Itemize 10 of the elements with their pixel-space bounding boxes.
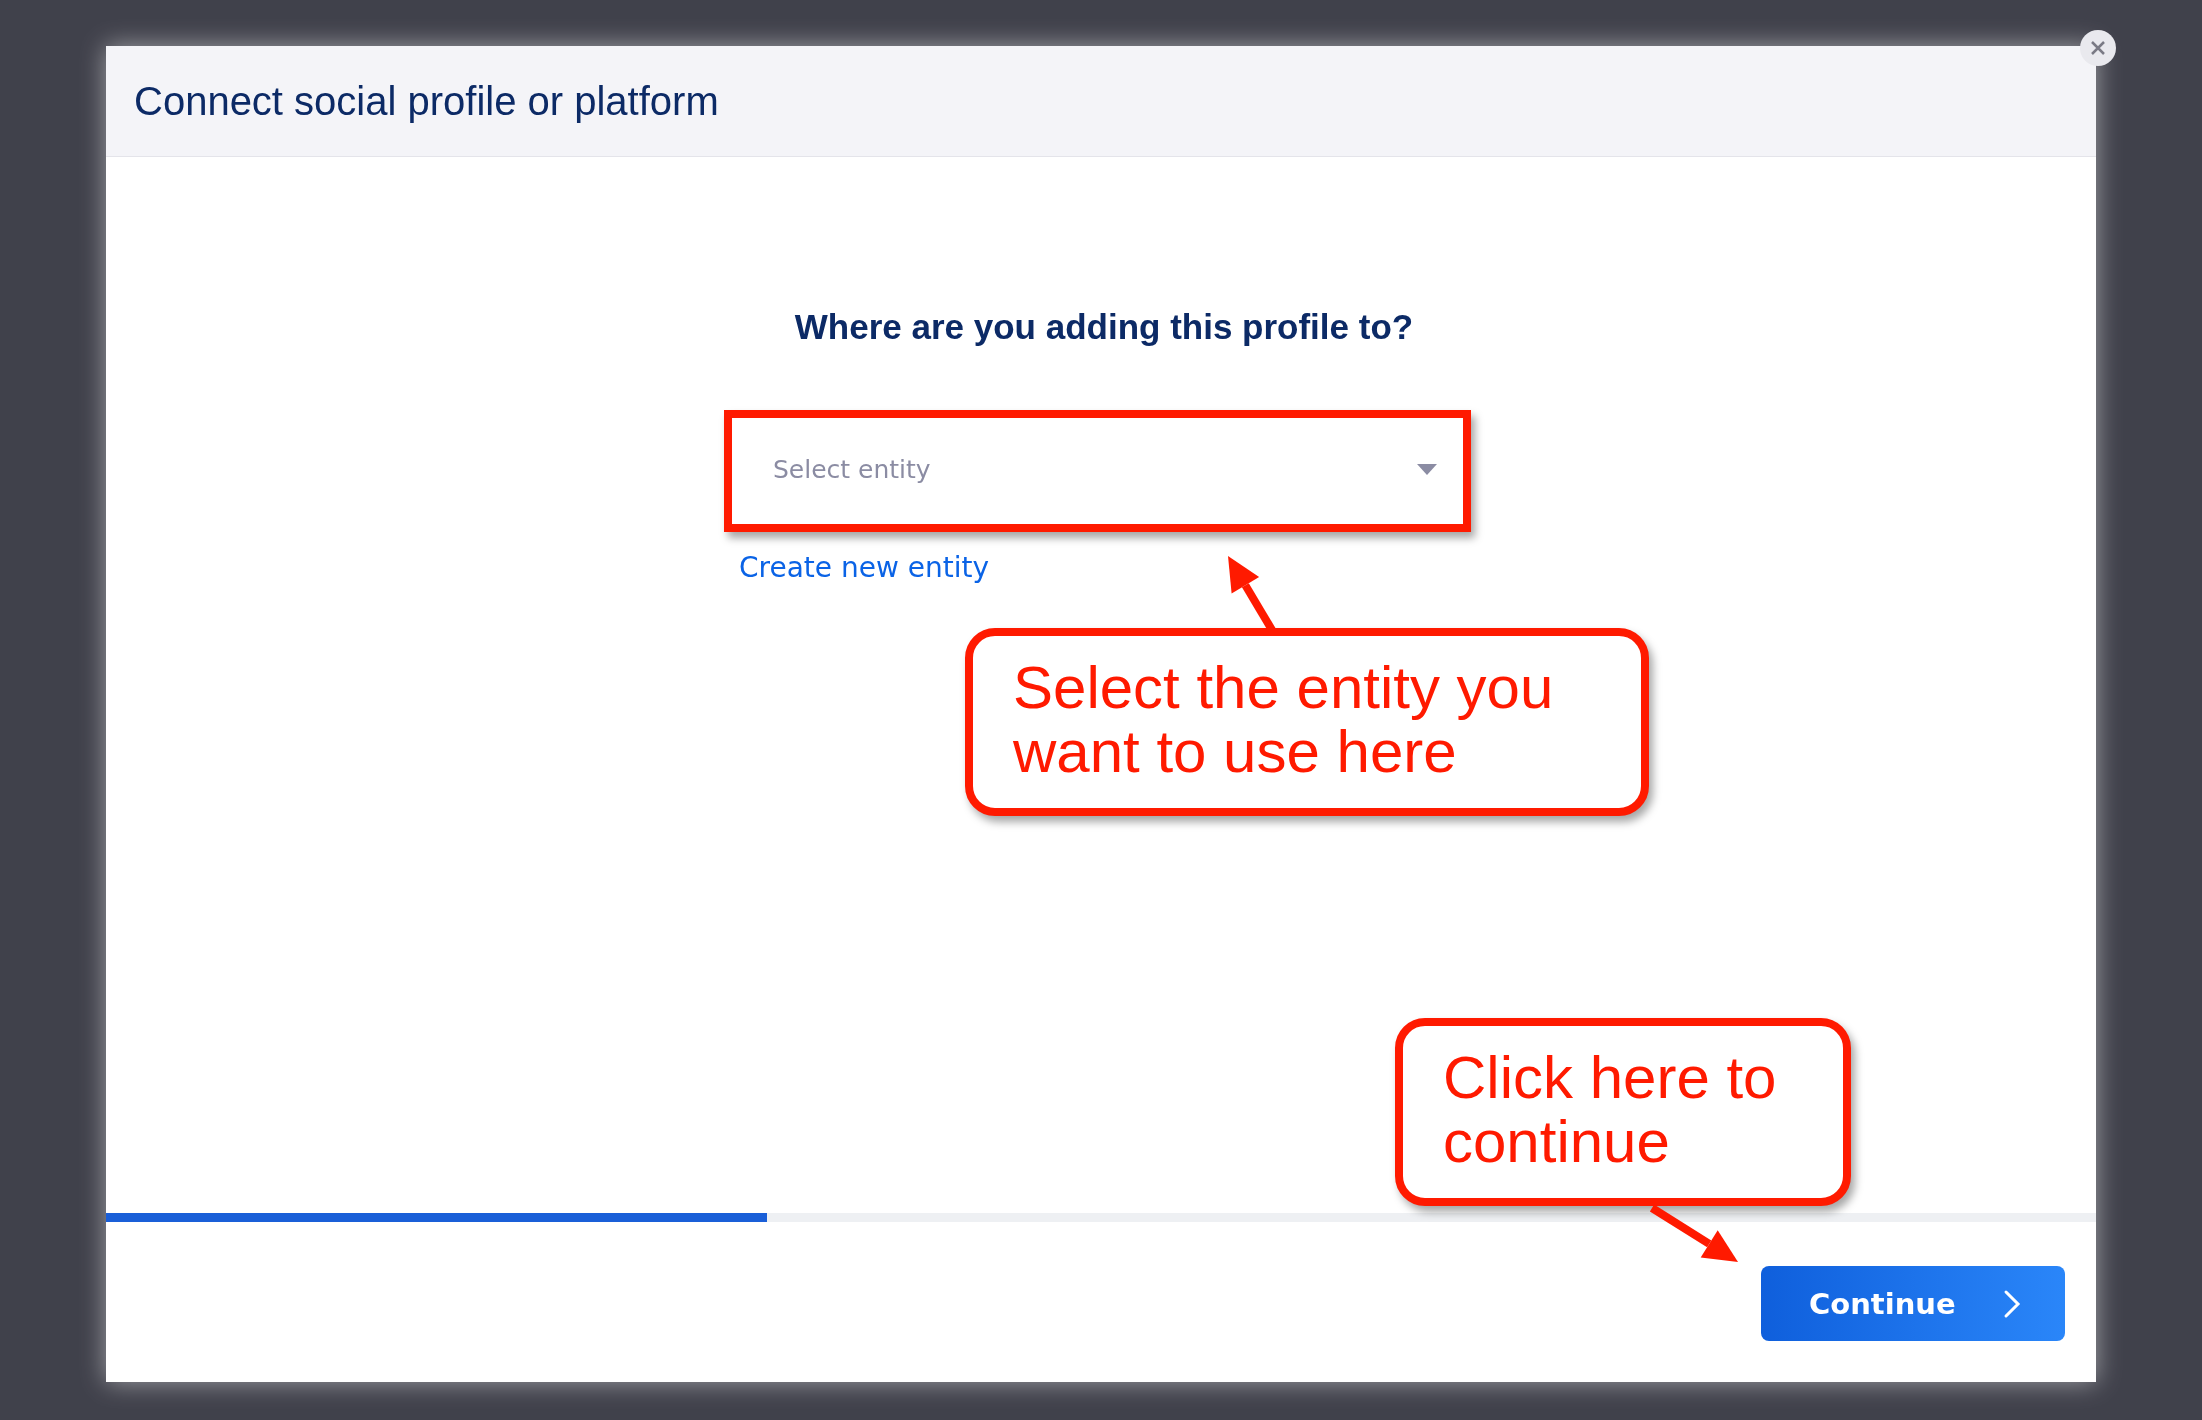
select-field[interactable]: Select entity — [771, 453, 1417, 485]
callout-note: Click here to continue — [1395, 1018, 1851, 1206]
dialog-title: Connect social profile or platform — [134, 78, 719, 124]
create-entity-link[interactable]: Create new entity — [739, 551, 989, 584]
close-icon[interactable] — [2078, 28, 2118, 68]
callout-note: Select the entity you want to use here — [965, 628, 1649, 816]
continue-button[interactable]: Continue — [1761, 1266, 2065, 1341]
caret-icon — [1417, 463, 1437, 475]
question-heading: Where are you adding this profile to? — [793, 307, 1415, 347]
chevron-right-icon — [2003, 1288, 2021, 1319]
